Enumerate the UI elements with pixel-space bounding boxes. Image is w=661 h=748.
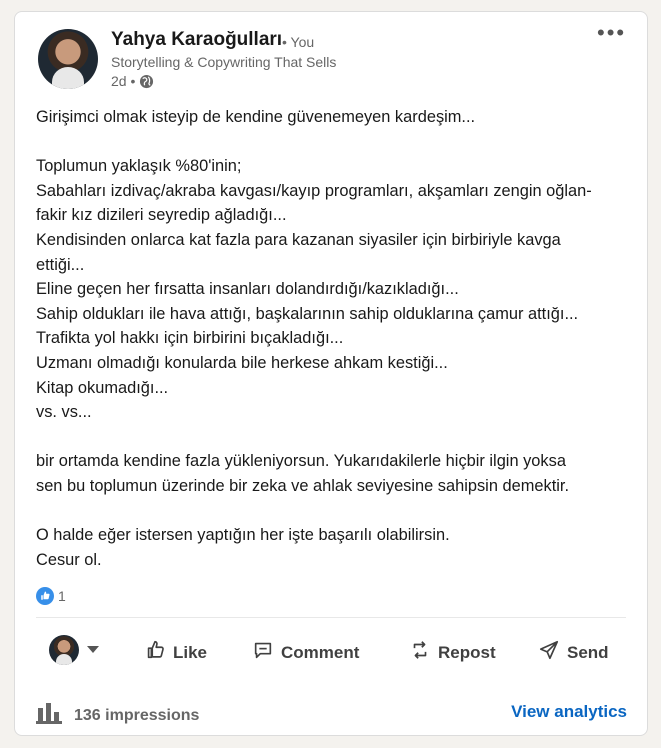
repost-button[interactable]: Repost (409, 639, 496, 666)
more-options-icon[interactable]: ••• (597, 22, 625, 48)
reactions-summary[interactable]: 1 (36, 587, 66, 605)
post-meta: 2d • (111, 73, 154, 89)
post-line: Kitap okumadığı... (36, 378, 169, 397)
author-avatar[interactable] (38, 29, 98, 89)
view-analytics-link[interactable]: View analytics (511, 702, 627, 722)
post-line: O halde eğer istersen yaptığın her işte … (36, 526, 450, 545)
send-icon (538, 639, 560, 666)
post-line: ettiği... (36, 255, 85, 274)
post-line: Trafikta yol hakkı için birbirini bıçakl… (36, 329, 344, 348)
reaction-count: 1 (58, 588, 66, 604)
like-reaction-icon (36, 587, 54, 605)
divider (36, 617, 626, 618)
send-button[interactable]: Send (538, 639, 609, 666)
comment-button[interactable]: Comment (252, 639, 359, 666)
like-label: Like (173, 642, 208, 662)
actor-switcher[interactable] (49, 635, 99, 665)
post-line: Uzmanı olmadığı konularda bile herkese a… (36, 353, 448, 372)
impressions-summary: 136 impressions (36, 702, 199, 729)
comment-label: Comment (281, 642, 360, 662)
actor-avatar (49, 635, 79, 665)
post-line: sen bu toplumun üzerinde bir zeka ve ahl… (36, 476, 569, 495)
post-line: Sabahları izdivaç/akraba kavgası/kayıp p… (36, 181, 592, 200)
post-text: Girişimci olmak isteyip de kendine güven… (36, 105, 632, 572)
post-line: fakir kız dizileri seyredip ağladığı... (36, 206, 287, 225)
comment-icon (252, 639, 274, 666)
chevron-down-icon (87, 641, 99, 659)
post-line: Girişimci olmak isteyip de kendine güven… (36, 108, 476, 126)
author-name[interactable]: Yahya Karaoğulları (111, 29, 282, 51)
post-line: Cesur ol. (36, 550, 102, 569)
post-time[interactable]: 2d • (111, 73, 135, 89)
bar-chart-icon (36, 702, 62, 729)
repost-label: Repost (438, 642, 496, 662)
author-headline: Storytelling & Copywriting That Sells (111, 54, 337, 70)
repost-icon (409, 639, 431, 666)
post-line: bir ortamda kendine fazla yükleniyorsun.… (36, 452, 566, 471)
post-line: Eline geçen her fırsatta insanları dolan… (36, 280, 459, 299)
post-line: Sahip oldukları ile hava attığı, başkala… (36, 304, 579, 323)
globe-icon (139, 74, 154, 89)
post-line: Kendisinden onlarca kat fazla para kazan… (36, 230, 561, 249)
post-card: Yahya Karaoğulları • You Storytelling & … (14, 11, 648, 736)
like-button[interactable]: Like (144, 639, 207, 666)
post-line: Toplumun yaklaşık %80'inin; (36, 157, 242, 176)
connection-degree: • You (282, 34, 315, 50)
action-bar: Like Comment Repost Send (15, 631, 647, 679)
send-label: Send (567, 642, 609, 662)
thumbs-up-icon (144, 639, 166, 666)
post-line: vs. vs... (36, 403, 92, 422)
impressions-count: 136 impressions (74, 706, 200, 724)
